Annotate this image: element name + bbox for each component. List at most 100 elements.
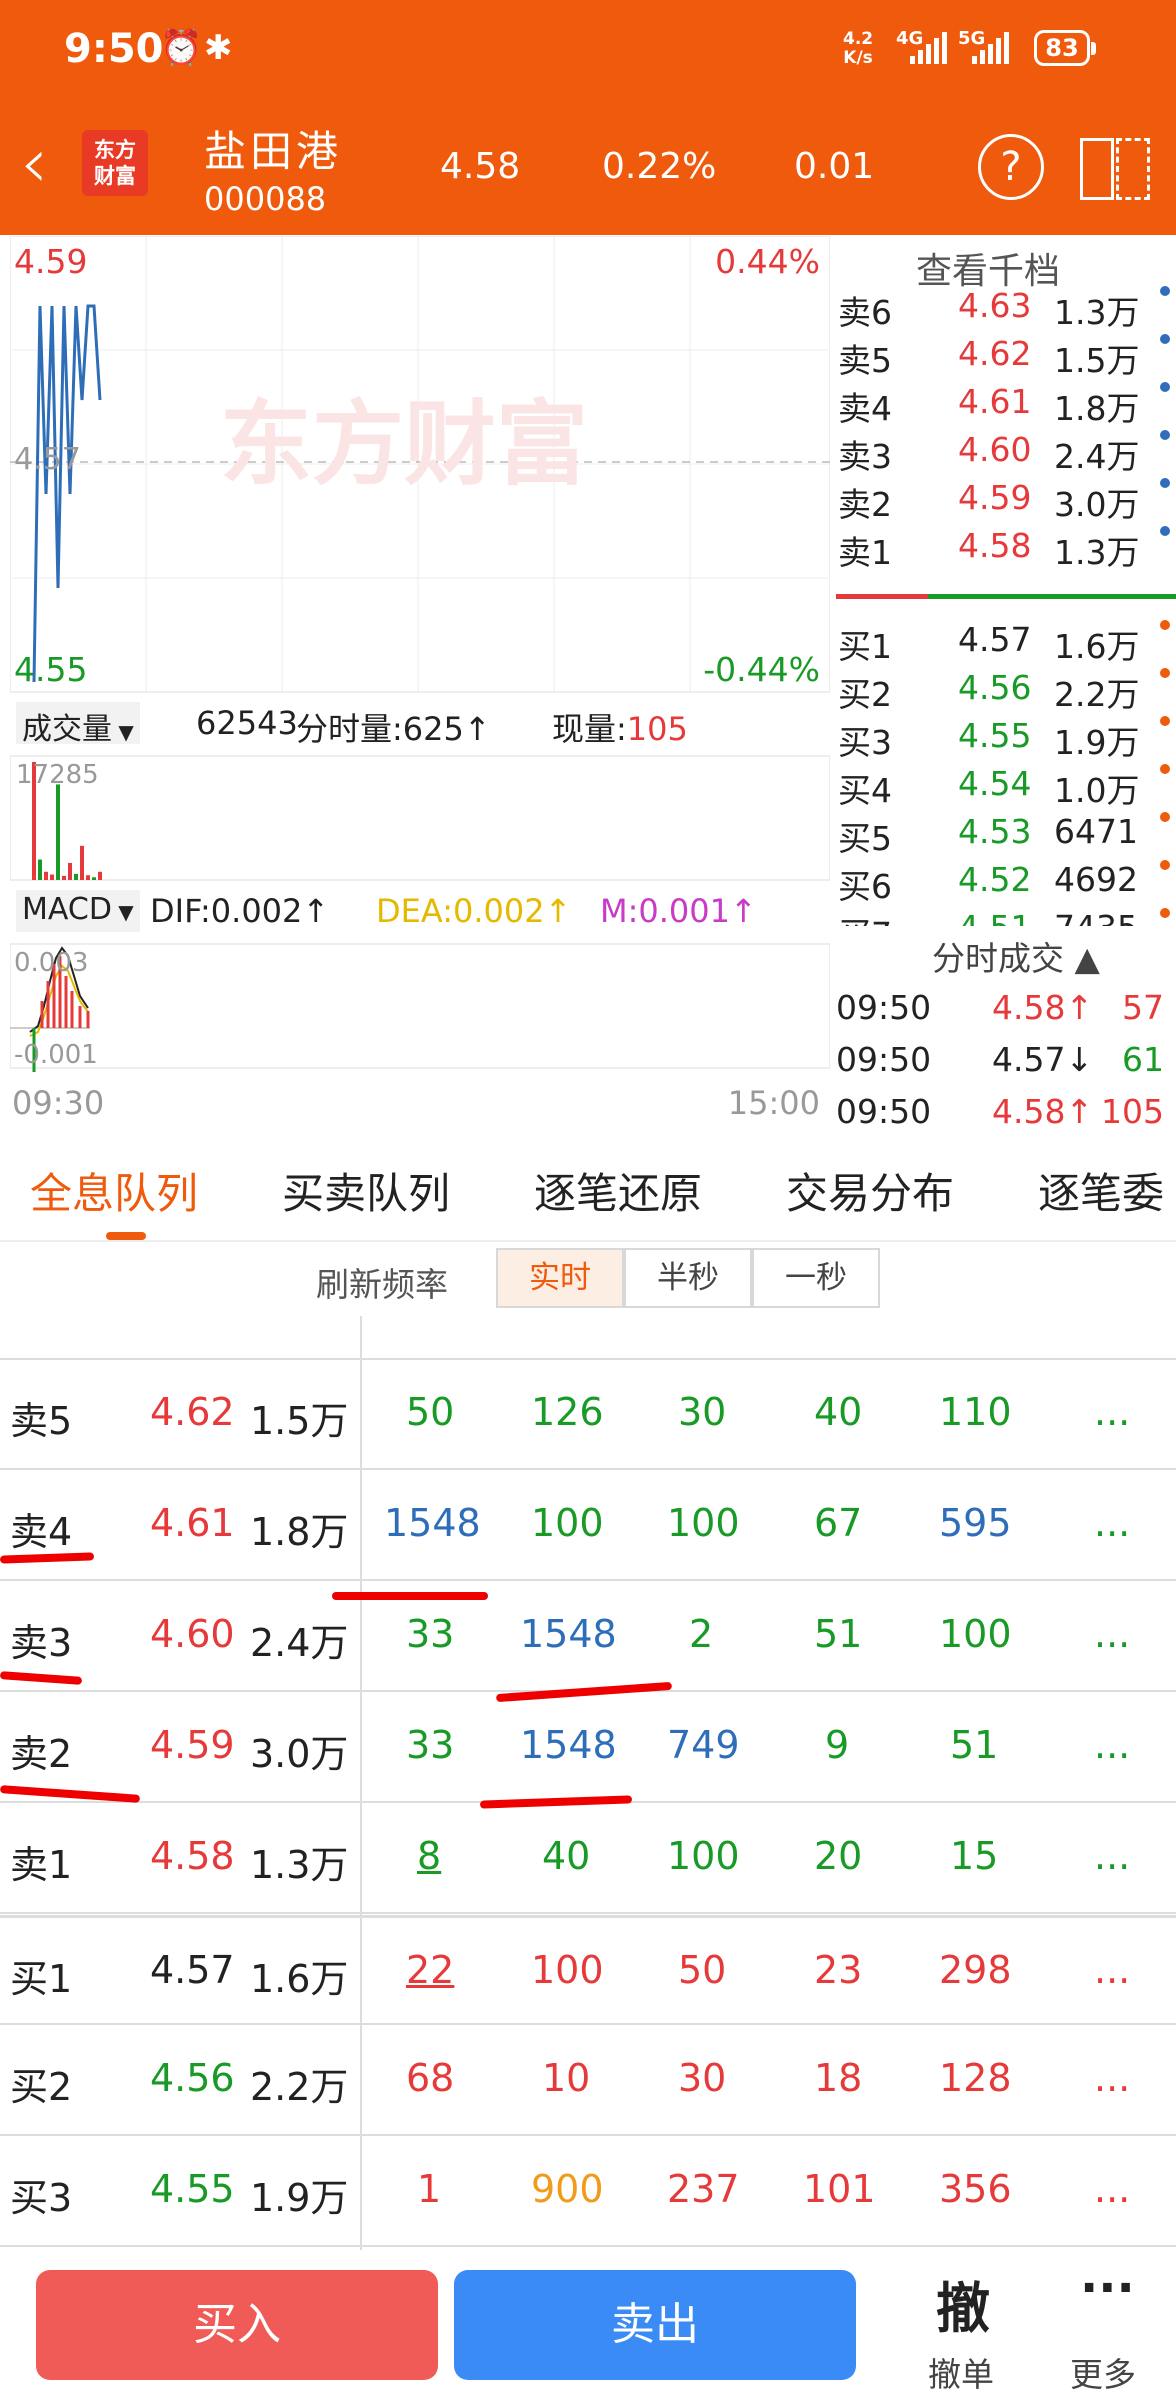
refresh-half-second[interactable]: 半秒 xyxy=(624,1248,752,1308)
net-speed: 4.2 K/s xyxy=(843,29,874,68)
help-icon[interactable]: ? xyxy=(978,134,1044,200)
queue-cell: 1548 xyxy=(384,1501,481,1545)
buy-button[interactable]: 买入 xyxy=(36,2270,438,2380)
queue-cell: 100 xyxy=(531,1501,604,1545)
row-label: 卖2 xyxy=(10,1732,73,1776)
queue-cell: 23 xyxy=(814,1948,863,1992)
price-mid-label: 4.57 xyxy=(14,442,81,477)
bid-row[interactable]: 买4 4.54 1.0万 xyxy=(836,760,1176,810)
refresh-one-second[interactable]: 一秒 xyxy=(752,1248,880,1308)
queue-cell: 100 xyxy=(939,1612,1012,1656)
bid-row[interactable]: 买3 4.55 1.9万 xyxy=(836,712,1176,762)
tab-trade-distribution[interactable]: 交易分布 xyxy=(786,1160,954,1221)
order-dot-icon xyxy=(1160,764,1170,774)
row-more-button[interactable]: ... xyxy=(1094,1834,1130,1878)
row-price: 4.56 xyxy=(150,2056,235,2100)
volume-bar xyxy=(38,859,42,880)
row-more-button[interactable]: ... xyxy=(1094,2056,1130,2100)
row-volume: 1.8万 xyxy=(250,1510,349,1554)
row-label: 买3 xyxy=(10,2176,73,2220)
row-more-button[interactable]: ... xyxy=(1094,1501,1130,1545)
bid-row[interactable]: 买5 4.53 6471 xyxy=(836,808,1176,858)
more-icon[interactable]: ··· xyxy=(1080,2260,1135,2316)
queue-cell: 67 xyxy=(814,1501,863,1545)
volume-max-label: 17285 xyxy=(16,760,99,790)
table-row: 卖4 4.61 1.8万 1548 100 100 67 595... xyxy=(0,1471,1176,1581)
row-label: 卖1 xyxy=(10,1843,73,1887)
row-more-button[interactable]: ... xyxy=(1094,1948,1130,1992)
macd-selector[interactable]: MACD ▼ xyxy=(16,890,140,932)
tick-volume: 105 xyxy=(1101,1092,1164,1131)
switch-layout-icon[interactable] xyxy=(1080,134,1152,202)
order-dot-icon xyxy=(1160,716,1170,726)
queue-cell: 33 xyxy=(406,1723,455,1767)
queue-cell: 50 xyxy=(406,1390,455,1434)
order-dot-icon xyxy=(1160,668,1170,678)
active-tab-indicator xyxy=(106,1232,146,1240)
tab-tick-restore[interactable]: 逐笔还原 xyxy=(534,1160,702,1221)
queue-cell: 900 xyxy=(531,2167,604,2211)
macd-top-label: 0.003 xyxy=(14,948,89,978)
bid-price: 4.56 xyxy=(958,668,1032,707)
queue-cell: 40 xyxy=(542,1834,591,1878)
volume-bar xyxy=(68,862,72,880)
refresh-realtime[interactable]: 实时 xyxy=(496,1248,624,1308)
tab-tick-orders[interactable]: 逐笔委 xyxy=(1038,1160,1164,1221)
queue-cell: 101 xyxy=(803,2167,876,2211)
row-more-button[interactable]: ... xyxy=(1094,2167,1130,2211)
header-change-pct: 0.22% xyxy=(602,146,717,187)
queue-cell: 18 xyxy=(814,2056,863,2100)
order-dot-icon xyxy=(1160,908,1170,918)
bluetooth-icon: ✱ xyxy=(204,28,233,68)
row-price: 4.58 xyxy=(150,1834,235,1878)
table-row: 卖1 4.58 1.3万 8 40 100 20 15... xyxy=(0,1804,1176,1914)
row-more-button[interactable]: ... xyxy=(1094,1723,1130,1767)
row-more-button[interactable]: ... xyxy=(1094,1390,1130,1434)
bottom-bar: 买入 卖出 撤 撤单 ··· 更多 xyxy=(0,2250,1176,2400)
cancel-order-label[interactable]: 撤单 xyxy=(928,2348,994,2396)
status-time: 9:50 xyxy=(64,26,164,72)
queue-cell: 10 xyxy=(542,2056,591,2100)
red-mark xyxy=(332,1592,488,1600)
cancel-order-icon[interactable]: 撤 xyxy=(936,2264,990,2343)
queue-grid[interactable]: 卖5 4.62 1.5万 50 126 30 40 110... 卖4 4.61 1.8万 1548 1… xyxy=(0,1316,1176,2250)
table-row: 买2 4.56 2.2万 68 10 30 18 128... xyxy=(0,2026,1176,2136)
table-row: 卖2 4.59 3.0万 33 1548 749 9 51... xyxy=(0,1693,1176,1803)
bid-label: 买1 xyxy=(838,627,892,666)
intraday-chart[interactable]: 东方财富 4.59 0.44% 4.57 4.55 -0.44% 成交量 ▼ 6… xyxy=(9,235,831,1136)
bid-price: 4.53 xyxy=(958,812,1032,851)
bid-row[interactable]: 买1 4.57 1.6万 xyxy=(836,616,1176,666)
ticks-title[interactable]: 分时成交 ▲ xyxy=(932,932,1100,980)
minute-volume: 分时量:625↑ xyxy=(296,710,491,748)
bid-row[interactable]: 买7 4.51 7435 xyxy=(836,904,1176,926)
grid-separator xyxy=(360,1316,362,2250)
signal-5g-icon xyxy=(972,32,1009,64)
tab-buy-sell-queue[interactable]: 买卖队列 xyxy=(282,1160,450,1221)
row-more-button[interactable]: ... xyxy=(1094,1612,1130,1656)
row-volume: 1.6万 xyxy=(250,1957,349,2001)
row-price: 4.62 xyxy=(150,1390,235,1434)
queue-cell: 2 xyxy=(689,1612,714,1656)
header-change: 0.01 xyxy=(794,146,875,187)
bid-price: 4.57 xyxy=(958,620,1032,659)
queue-cell: 68 xyxy=(406,2056,455,2100)
bid-volume: 1.9万 xyxy=(1054,723,1140,762)
bid-row[interactable]: 买2 4.56 2.2万 xyxy=(836,664,1176,714)
bid-price: 4.52 xyxy=(958,860,1032,899)
stock-name: 盐田港 xyxy=(204,127,343,176)
tab-full-queue[interactable]: 全息队列 xyxy=(30,1160,198,1221)
price-high-label: 4.59 xyxy=(14,242,88,281)
row-price: 4.57 xyxy=(150,1948,235,1992)
bid-row[interactable]: 买6 4.52 4692 xyxy=(836,856,1176,906)
current-volume: 现量:105 xyxy=(552,710,688,748)
pct-low-label: -0.44% xyxy=(703,650,820,689)
more-label[interactable]: 更多 xyxy=(1070,2348,1136,2396)
time-start-label: 09:30 xyxy=(12,1084,105,1122)
volume-selector[interactable]: 成交量 ▼ xyxy=(16,702,140,747)
bid-volume: 1.6万 xyxy=(1054,627,1140,666)
queue-cell: 30 xyxy=(678,2056,727,2100)
queue-cell: 128 xyxy=(939,2056,1012,2100)
back-icon[interactable]: ‹ xyxy=(20,128,72,208)
table-row: 买1 4.57 1.6万 22 100 50 23 298... xyxy=(0,1915,1176,2025)
sell-button[interactable]: 卖出 xyxy=(454,2270,856,2380)
